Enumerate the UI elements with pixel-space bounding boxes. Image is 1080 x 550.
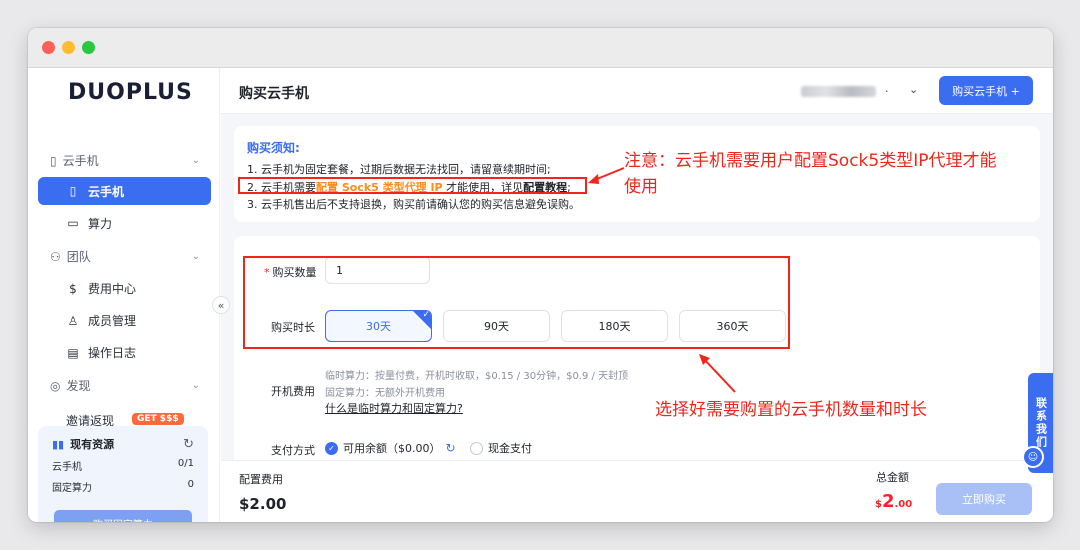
maximize-window-button[interactable] [82, 41, 95, 54]
resource-label: 云手机 [52, 462, 82, 473]
chat-icon[interactable]: ☺ [1022, 446, 1044, 468]
users-icon: ⚇ [50, 249, 61, 264]
chevron-down-icon: ⌄ [191, 155, 200, 166]
radio-unchecked-icon [470, 441, 483, 455]
sidebar-item-label: 算力 [88, 216, 113, 231]
chevron-down-icon[interactable]: ⌄ [909, 83, 918, 96]
total-value: $2.00 [875, 491, 912, 512]
user-account-blurred[interactable] [801, 86, 876, 97]
resource-card: ▮▮ 现有资源 ↻ 云手机 0/1 固定算力 0 购买固定算力 [38, 426, 208, 522]
sidebar: DUOPLUS ▯ 云手机 ⌄ ▯ 云手机 ▭ 算力 ⚇ 团队 ⌄ $ 费用中心… [28, 68, 220, 522]
config-fee-label: 配置费用 [239, 473, 283, 486]
payment-cash-radio[interactable]: 现金支付 [470, 440, 532, 456]
nav-group-label: 云手机 [62, 154, 99, 168]
buy-cloud-phone-button[interactable]: 购买云手机 + [939, 76, 1033, 105]
phone-icon: ▯ [69, 184, 77, 198]
total-dec: .00 [894, 499, 913, 510]
refresh-icon[interactable]: ↻ [446, 441, 456, 455]
resource-row: 云手机 0/1 [52, 458, 194, 473]
sidebar-item-members[interactable]: ♙ 成员管理 [66, 312, 136, 329]
nav-group-discover[interactable]: ◎ 发现 ⌄ [50, 377, 200, 394]
notice-title: 购买须知: [247, 141, 300, 155]
sidebar-item-billing[interactable]: $ 费用中心 [66, 280, 136, 297]
compass-icon: ◎ [50, 378, 61, 393]
chevron-down-icon: ⌄ [191, 251, 200, 262]
nav-group-team[interactable]: ⚇ 团队 ⌄ [50, 248, 200, 265]
resource-title-text: 现有资源 [70, 438, 115, 451]
radio-checked-icon: ✓ [325, 441, 338, 455]
compute-explanation-link[interactable]: 什么是临时算力和固定算力? [325, 400, 463, 416]
config-fee-value: $2.00 [239, 495, 287, 513]
sidebar-item-compute[interactable]: ▭ 算力 [38, 209, 211, 237]
total-int: 2 [881, 491, 895, 512]
notice-line-1: 1. 云手机为固定套餐，过期后数据无法找回，请留意续期时间; [247, 163, 551, 176]
buy-now-button[interactable]: 立即购买 [936, 483, 1032, 515]
payment-cash-text: 现金支付 [488, 442, 532, 455]
sidebar-item-label: 成员管理 [88, 314, 137, 328]
minimize-window-button[interactable] [62, 41, 75, 54]
resource-row: 固定算力 0 [52, 479, 194, 494]
annotation-arrow-1 [588, 167, 625, 184]
annotation-note-1: 注意：云手机需要用户配置Sock5类型IP代理才能 [624, 151, 997, 171]
payment-balance-radio[interactable]: ✓ 可用余额（$0.00） ↻ [325, 440, 456, 456]
refresh-icon[interactable]: ↻ [183, 437, 194, 452]
dollar-icon: $ [69, 281, 77, 296]
purchase-notice: 购买须知: 1. 云手机为固定套餐，过期后数据无法找回，请留意续期时间; 2. … [234, 126, 1040, 222]
nav-group-cloud-phone[interactable]: ▯ 云手机 ⌄ [50, 152, 200, 169]
title-bar [28, 28, 1053, 68]
checkout-bar: 配置费用 $2.00 总金额 $2.00 立即购买 [221, 460, 1053, 522]
sidebar-item-cloud-phone[interactable]: ▯ 云手机 [38, 177, 211, 205]
total-label: 总金额 [876, 471, 909, 484]
bar-chart-icon: ▮▮ [52, 437, 65, 451]
payment-label: 支付方式 [271, 444, 315, 457]
sidebar-item-label: 云手机 [88, 184, 125, 199]
nav-group-label: 发现 [66, 379, 91, 393]
chevron-down-icon: ⌄ [191, 380, 200, 391]
fee-label: 开机费用 [271, 385, 315, 398]
document-icon: ▤ [67, 345, 79, 360]
annotation-box-form [243, 256, 790, 349]
sidebar-item-label: 费用中心 [88, 282, 137, 296]
notice-line-3: 3. 云手机售出后不支持退换，购买前请确认您的购买信息避免误购。 [247, 198, 580, 211]
total-currency: $ [875, 499, 882, 510]
collapse-sidebar-button[interactable]: « [212, 296, 230, 314]
fee-line-fixed: 固定算力：无额外开机费用 [325, 388, 445, 399]
page-title: 购买云手机 [239, 86, 309, 102]
monitor-icon: ▭ [67, 216, 79, 230]
fee-line-temporary: 临时算力：按量付费，开机时收取，$0.15 / 30分钟，$0.9 / 天封顶 [325, 371, 629, 382]
user-menu-dot: . [885, 82, 889, 95]
close-window-button[interactable] [42, 41, 55, 54]
annotation-arrow-2 [699, 354, 736, 393]
annotation-box-notice [238, 177, 587, 194]
get-badge: GET $$$ [132, 413, 184, 425]
sidebar-item-logs[interactable]: ▤ 操作日志 [66, 344, 136, 361]
resource-label: 固定算力 [52, 483, 92, 494]
logo: DUOPLUS [68, 80, 193, 105]
header: 购买云手机 . ⌄ 购买云手机 + [221, 68, 1053, 114]
annotation-note-1-line2: 使用 [624, 177, 658, 197]
annotation-note-2: 选择好需要购置的云手机数量和时长 [655, 400, 927, 420]
sidebar-item-label: 操作日志 [88, 346, 137, 360]
phone-outline-icon: ▯ [50, 153, 57, 168]
buy-fixed-compute-button[interactable]: 购买固定算力 [54, 510, 192, 522]
resource-value: 0/1 [177, 458, 194, 469]
user-settings-icon: ♙ [67, 313, 79, 328]
nav-group-label: 团队 [66, 250, 91, 264]
resource-value: 0 [187, 479, 194, 490]
payment-balance-text: 可用余额（$0.00） [343, 442, 441, 455]
resource-title: ▮▮ 现有资源 [52, 436, 194, 452]
